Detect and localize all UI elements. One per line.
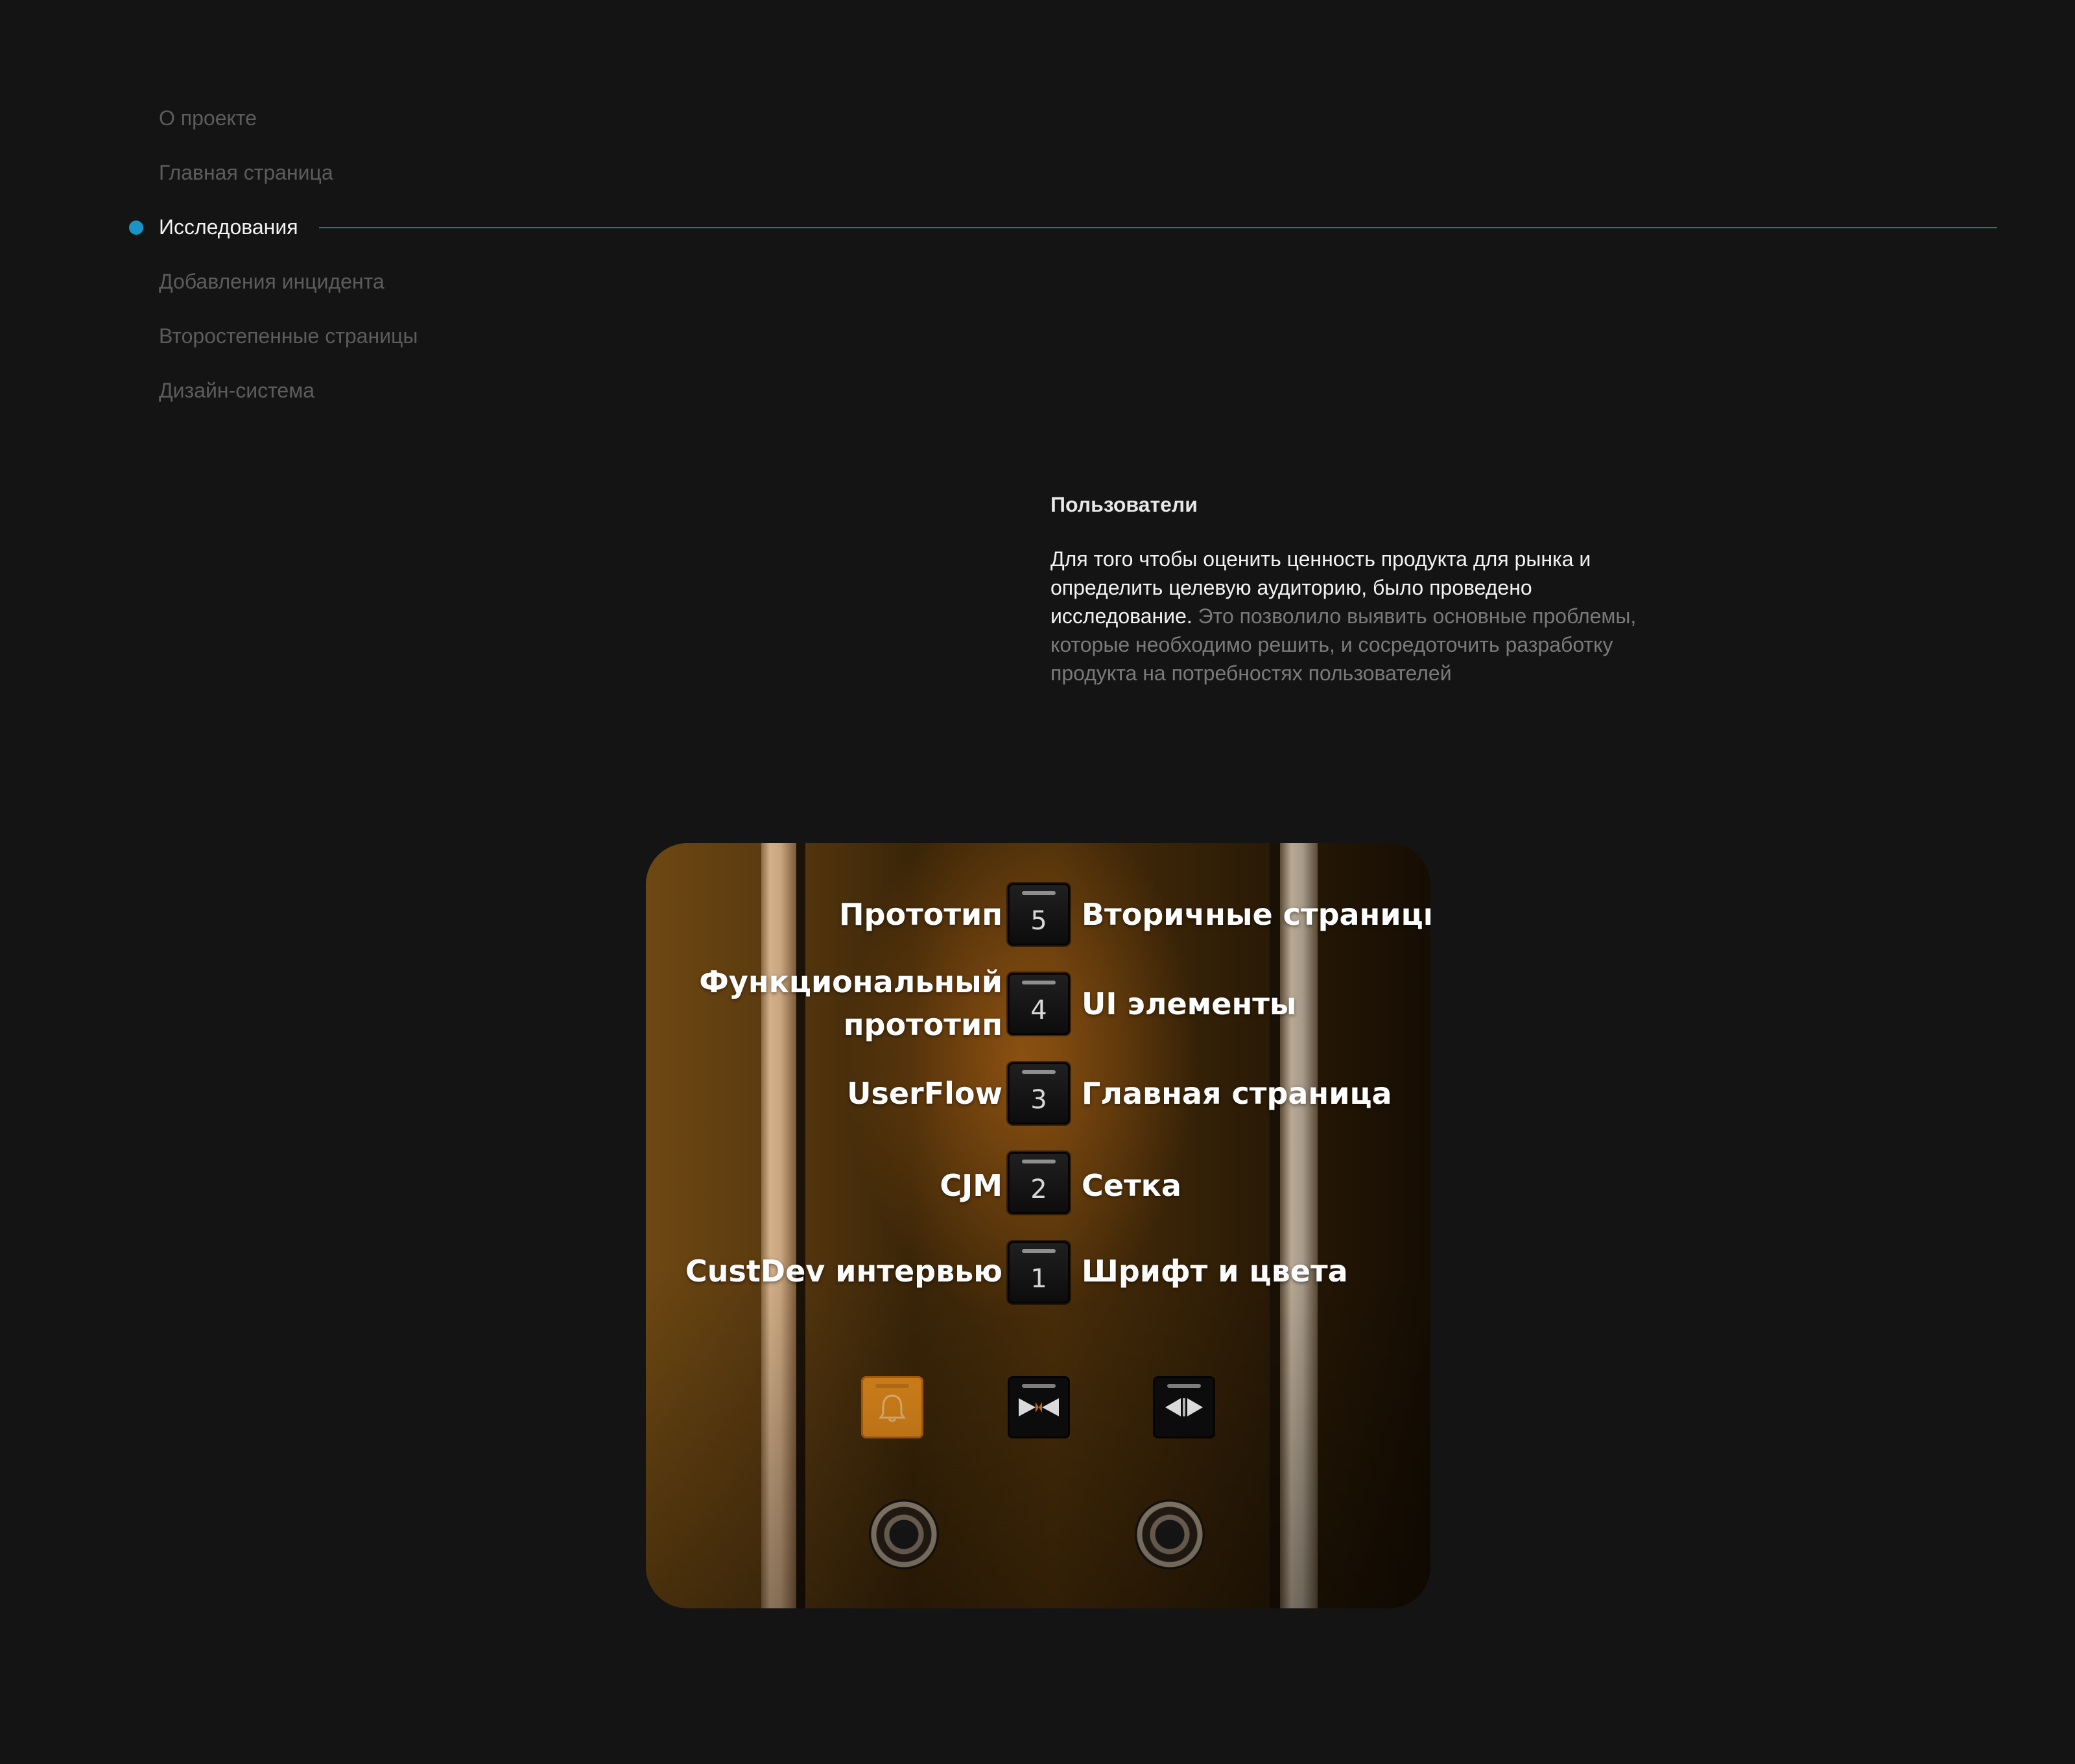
floor-label-left: Прототип (839, 897, 1002, 932)
nav-item-add-incident[interactable]: Добавления инцидента (159, 268, 385, 294)
floor-button-3: 3 (1008, 1062, 1070, 1125)
floor-button-5: 5 (1008, 883, 1070, 946)
floor-label-right: Главная страница (1082, 1076, 1392, 1111)
floor-label-right: Сетка (1082, 1168, 1181, 1203)
alarm-button (861, 1376, 923, 1438)
bell-icon (879, 1394, 906, 1422)
floor-label-left: UserFlow (847, 1076, 1002, 1111)
floor-label-right: UI элементы (1082, 986, 1297, 1021)
elevator-panel-image: 5 Прототип Вторичные страницы 4 Функцион… (646, 843, 1430, 1608)
floor-label-left: CJM (940, 1168, 1002, 1203)
nav-item-main-page[interactable]: Главная страница (159, 160, 333, 185)
floor-button-1: 1 (1008, 1241, 1070, 1304)
active-indicator-dot (129, 220, 143, 235)
section-title: Пользователи (1050, 493, 1198, 516)
floor-number: 4 (1030, 995, 1047, 1025)
floor-number: 1 (1030, 1264, 1047, 1294)
active-indicator-line (319, 227, 1997, 228)
floor-label-right: Шрифт и цвета (1082, 1254, 1348, 1289)
floor-label-left-line1: Функциональный (699, 964, 1002, 999)
door-close-icon (1165, 1398, 1203, 1416)
floor-button-2: 2 (1008, 1152, 1070, 1214)
floor-label-right: Вторичные страницы (1082, 897, 1430, 932)
panel-rail-left (761, 843, 796, 1608)
door-open-icon (1019, 1398, 1059, 1416)
door-close-button (1153, 1376, 1215, 1438)
door-open-button (1008, 1376, 1070, 1438)
nav-item-research[interactable]: Исследования (159, 214, 298, 240)
panel-rail-right-shadow (1270, 843, 1280, 1608)
key-switch-icon (869, 1499, 939, 1569)
floor-button-4: 4 (1008, 973, 1070, 1035)
floor-label-left: CustDev интервью (685, 1254, 1002, 1289)
floor-number: 2 (1030, 1174, 1047, 1204)
floor-label-left-line2: прототип (843, 1007, 1002, 1042)
nav-item-about[interactable]: О проекте (159, 105, 257, 131)
floor-number: 3 (1030, 1085, 1047, 1115)
panel-rail-left-shadow (796, 843, 805, 1608)
section-description: Для того чтобы оценить ценность продукта… (1050, 545, 1673, 687)
nav-item-secondary-pages[interactable]: Второстепенные страницы (159, 323, 418, 349)
panel-rail-right (1280, 843, 1318, 1608)
floor-number: 5 (1030, 906, 1047, 936)
nav-item-design-system[interactable]: Дизайн-система (159, 377, 314, 403)
key-switch-icon (1135, 1499, 1205, 1569)
